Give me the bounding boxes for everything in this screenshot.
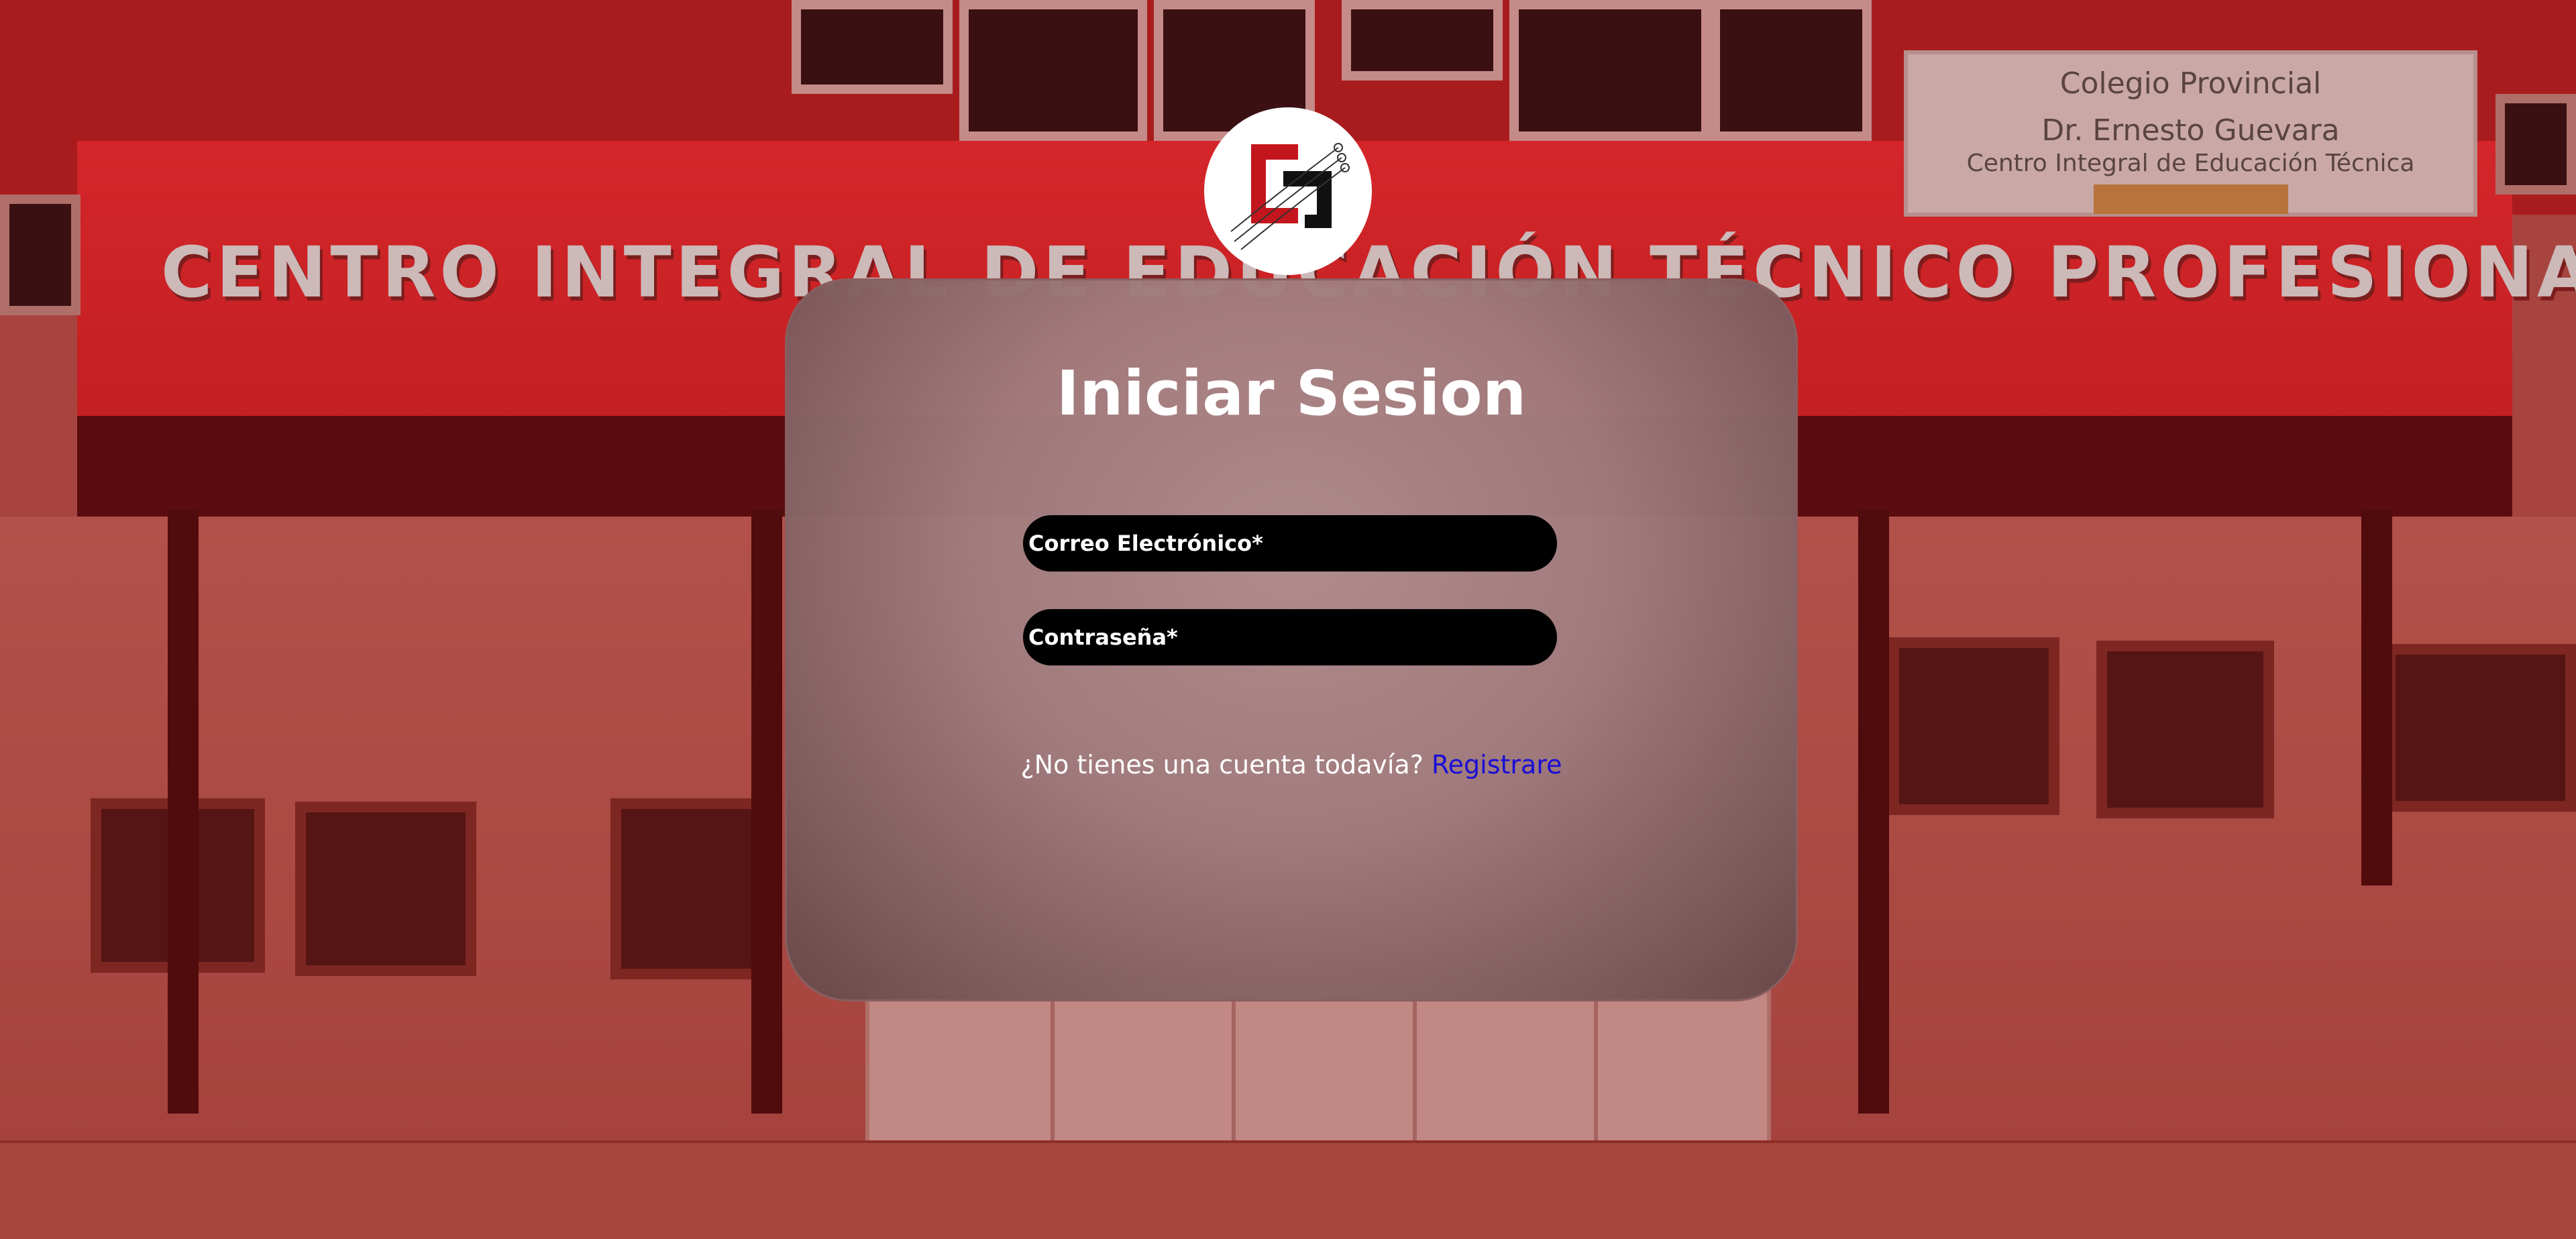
facade-plaque: Colegio Provincial Dr. Ernesto Guevara C… xyxy=(1904,50,2477,217)
plaque-logo-bar xyxy=(2093,184,2288,214)
plaque-line-2: Dr. Ernesto Guevara xyxy=(2041,113,2340,148)
upper-window xyxy=(959,0,1147,141)
door-divider xyxy=(1594,990,1598,1143)
entrance-stairs xyxy=(0,1140,2576,1239)
door-divider xyxy=(1413,990,1417,1143)
plaque-line-3: Centro Integral de Educación Técnica xyxy=(1966,150,2415,177)
school-logo xyxy=(1204,107,1372,275)
register-link[interactable]: Registrare xyxy=(1432,750,1562,779)
email-input[interactable] xyxy=(1028,515,1557,572)
register-prompt: ¿No tienes una cuenta todavía? xyxy=(1020,750,1424,779)
side-window xyxy=(2496,94,2576,195)
upper-window xyxy=(1342,0,1503,80)
pillar xyxy=(751,510,782,1114)
lower-window xyxy=(2385,644,2576,812)
upper-window xyxy=(1509,0,1711,141)
plaque-line-1: Colegio Provincial xyxy=(2059,66,2322,101)
entrance-doors xyxy=(865,986,1771,1147)
login-title: Iniciar Sesion xyxy=(1056,358,1527,429)
pillar xyxy=(2361,510,2392,885)
pillar xyxy=(168,510,199,1114)
lower-window xyxy=(610,798,771,979)
lower-window xyxy=(2096,641,2274,818)
door-divider xyxy=(1232,990,1236,1143)
email-field[interactable] xyxy=(1023,515,1557,572)
lower-window xyxy=(295,802,476,976)
register-prompt-row: ¿No tienes una cuenta todavía? Registrar… xyxy=(787,750,1796,779)
password-input[interactable] xyxy=(1028,609,1557,665)
school-logo-icon xyxy=(1205,109,1371,274)
password-field[interactable] xyxy=(1023,609,1557,665)
login-card: Iniciar Sesion ¿No tienes una cuenta tod… xyxy=(785,278,1798,1002)
upper-window xyxy=(792,0,953,94)
side-window xyxy=(0,195,80,315)
pillar xyxy=(1858,510,1889,1114)
door-divider xyxy=(1051,990,1055,1143)
lower-window xyxy=(1888,637,2059,815)
upper-window xyxy=(1711,0,1872,141)
